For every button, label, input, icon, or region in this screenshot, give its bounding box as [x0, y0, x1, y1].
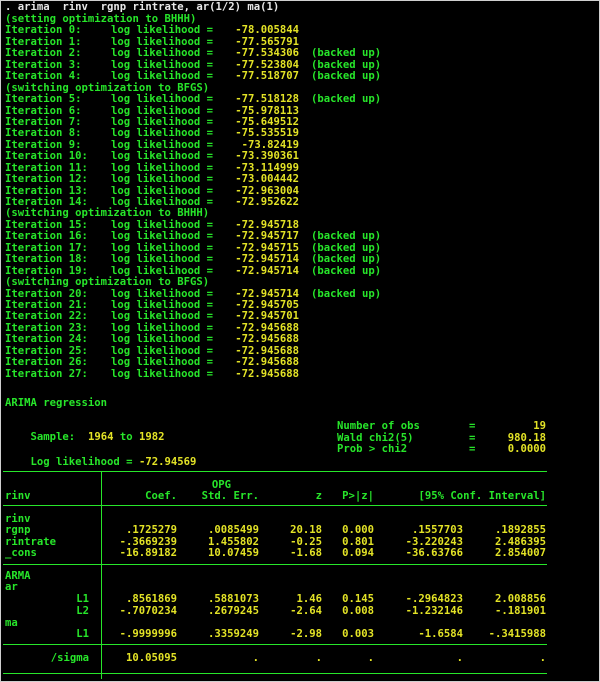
iteration-label: Iteration 5: [5, 93, 82, 106]
log-likelihood-value: -72.945688 [235, 367, 299, 380]
log-likelihood-line: Log likelihood = -72.94569 [5, 445, 197, 468]
cell-coef: -.9999996 [119, 628, 177, 640]
sample-line: Sample: 1964 to 1982 [5, 420, 165, 443]
loglik-label: Log likelihood = [30, 455, 133, 468]
cell-p: 0.145 [342, 593, 374, 605]
log-likelihood-value: -73.004442 [235, 173, 299, 186]
backed-up-note: (backed up) [311, 70, 382, 83]
variable-name: L1 [76, 593, 89, 605]
cell-coef: -.7070234 [119, 604, 177, 617]
column-header: [95% Conf. Interval] [418, 490, 546, 502]
table-rule [3, 644, 547, 645]
variable-name: rgnp [5, 524, 31, 536]
table-rule [3, 564, 547, 565]
cell-hi: .1892855 [494, 524, 546, 536]
table-rule [3, 673, 547, 674]
cell-hi: 2.854007 [494, 547, 546, 559]
cell-lo: -.2964823 [405, 593, 463, 605]
log-likelihood-value: -72.945714 [235, 264, 299, 277]
log-likelihood-value: -77.518128 [235, 93, 299, 106]
sample-to: 1982 [139, 430, 165, 443]
cell-lo: . [456, 652, 463, 664]
cell-hi: 2.008856 [494, 593, 546, 605]
log-likelihood-value: -72.952622 [235, 196, 299, 209]
log-likelihood-value: -77.518707 [235, 70, 299, 83]
ar-label: ar [5, 581, 18, 593]
cell-p: 0.008 [342, 604, 374, 617]
variable-name: _cons [5, 547, 37, 559]
cell-hi: . [539, 652, 546, 664]
iteration-label: Iteration 12: [5, 173, 88, 186]
column-header: Coef. [145, 490, 177, 502]
regression-title: ARIMA regression [5, 397, 108, 409]
stat-value: 0.0000 [507, 443, 546, 455]
stat-value: 19 [533, 420, 546, 432]
iteration-label: Iteration 27: [5, 367, 88, 380]
cell-p: 0.003 [342, 628, 374, 640]
column-header: P>|z| [342, 490, 374, 502]
stata-results-window: . arima rinv rgnp rintrate, ar(1/2) ma(1… [0, 0, 600, 682]
backed-up-note: (backed up) [311, 93, 382, 106]
cell-p: 0.000 [342, 524, 374, 536]
backed-up-note: (backed up) [311, 287, 382, 300]
log-likelihood-label: log likelihood = [111, 173, 214, 186]
stat-label: Number of obs [337, 420, 420, 432]
stat-label: Prob > chi2 [337, 443, 408, 455]
sample-label: Sample: [30, 430, 76, 443]
cell-hi: -.3415988 [488, 628, 546, 640]
cell-coef: 10.05095 [125, 652, 177, 664]
cell-p: 0.094 [342, 547, 374, 559]
variable-name: L2 [76, 604, 89, 617]
cell-lo: .1557703 [411, 524, 463, 536]
command-line: . arima rinv rgnp rintrate, ar(1/2) ma(1… [5, 1, 280, 13]
log-likelihood-label: log likelihood = [111, 367, 214, 380]
optimization-switch-line: (switching optimization to BFGS) [5, 276, 210, 289]
cell-p: . [367, 652, 374, 664]
variable-name: L1 [76, 628, 89, 640]
table-rule [3, 505, 547, 506]
cell-lo: -1.232146 [405, 604, 463, 617]
table-rule [3, 471, 547, 472]
log-likelihood-label: log likelihood = [111, 93, 214, 106]
loglik-value: -72.94569 [138, 455, 197, 468]
sample-from: 1964 [87, 430, 114, 443]
cell-coef: -16.89182 [119, 547, 177, 559]
depvar-header: rinv [5, 490, 31, 502]
cell-lo: -1.6584 [418, 628, 463, 640]
cell-coef: .8561869 [125, 593, 177, 605]
cell-coef: .1725279 [125, 524, 177, 536]
ma-label: ma [5, 617, 18, 629]
cell-lo: -36.63766 [405, 547, 463, 559]
backed-up-note: (backed up) [311, 264, 382, 277]
cell-hi: -.181901 [494, 604, 546, 617]
variable-name: /sigma [50, 652, 89, 664]
sample-to-word: to [119, 430, 133, 443]
